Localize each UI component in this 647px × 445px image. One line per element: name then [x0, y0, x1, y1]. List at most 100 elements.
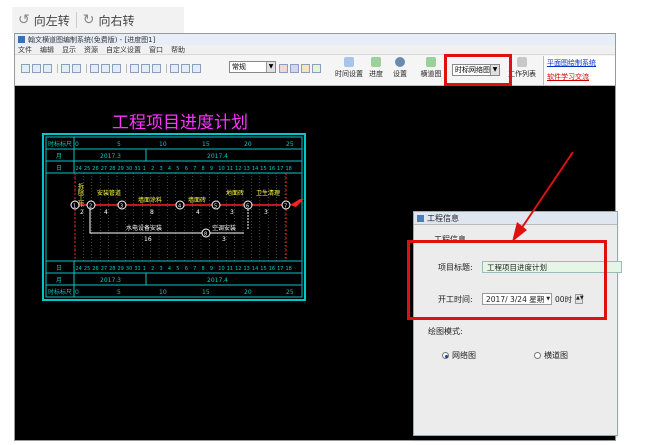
month-bottom-april: 2017.4 [207, 277, 228, 284]
day-cell: 18 [286, 166, 292, 172]
node-style-icon[interactable] [301, 64, 310, 73]
menu-help[interactable]: 帮助 [171, 45, 185, 55]
day-cell: 1 [143, 266, 146, 272]
layout-icon[interactable] [170, 64, 179, 73]
ruler-tick-5: 5 [117, 141, 121, 148]
save-icon[interactable] [43, 64, 52, 73]
dialog-section-label: 工程信息 [434, 235, 466, 244]
day-cell: 10 [218, 166, 224, 172]
dialog-title-bar[interactable]: 工程信息 [414, 212, 617, 225]
start-date-picker[interactable]: 2017/ 3/24 星期 ▼ [482, 293, 552, 305]
style-select[interactable]: 常规 ▼ [229, 61, 276, 73]
project-title-input[interactable]: 工程项目进度计划 [482, 261, 622, 273]
task-name-mep: 水电设备安装 [126, 224, 162, 232]
task-duration-aircon: 3 [222, 236, 226, 243]
zoom-out-icon[interactable] [130, 64, 139, 73]
menu-view[interactable]: 显示 [62, 45, 76, 55]
print-icon[interactable] [72, 64, 81, 73]
rotate-left-button[interactable]: ↺ 向左转 [12, 12, 76, 29]
view-mode-select[interactable]: 时标网络图 ▼ [452, 64, 500, 76]
dotted-grid [74, 173, 286, 261]
work-list-button[interactable]: 工作列表 [507, 57, 537, 79]
open-folder-icon[interactable] [32, 64, 41, 73]
ruler-tick-10: 10 [159, 141, 167, 148]
window-title-bar: 翰文横道图编制系统(免费版) - [进度图1] [15, 34, 615, 45]
task-duration-demolish: 2 [80, 209, 84, 216]
ruler-tick-bottom-0: 0 [75, 289, 79, 296]
gantt-button[interactable]: 横道图 [419, 57, 443, 79]
day-cell: 15 [260, 166, 266, 172]
time-settings-button[interactable]: 时间设置 [333, 57, 365, 79]
copy-icon[interactable] [112, 64, 121, 73]
day-cell: 11 [227, 266, 233, 272]
day-cell: 27 [101, 166, 107, 172]
menu-custom-settings[interactable]: 自定义设置 [106, 45, 141, 55]
month-label-bottom: 月 [56, 277, 62, 284]
day-cell: 7 [193, 266, 196, 272]
day-cell: 1 [143, 166, 146, 172]
style-select-value: 常规 [232, 63, 246, 71]
ruler-tick-bottom-10: 10 [159, 289, 167, 296]
redo-icon[interactable] [101, 64, 110, 73]
calendar-icon [344, 57, 354, 67]
gear-icon [395, 57, 405, 67]
undo-icon[interactable] [90, 64, 99, 73]
color-icon-group [279, 64, 323, 73]
chevron-down-icon: ▼ [490, 65, 499, 75]
start-date-value: 2017/ 3/24 星期 [486, 294, 545, 304]
link-learning-forum[interactable]: 软件学习交流 [544, 70, 615, 84]
day-cell: 30 [126, 266, 132, 272]
gantt-icon [426, 57, 436, 67]
toolbar-separator [166, 64, 167, 73]
zoom-fit-icon[interactable] [141, 64, 150, 73]
grid-icon[interactable] [192, 64, 201, 73]
ruler-tick-25: 25 [286, 141, 294, 148]
settings-button[interactable]: 设置 [391, 57, 409, 79]
task-duration-pipes: 4 [104, 209, 108, 216]
start-hour-value[interactable]: 00时 [555, 294, 572, 305]
day-cell: 13 [244, 266, 250, 272]
arrow-style-icon[interactable] [279, 64, 288, 73]
link-panel: 平面图绘制系统 软件学习交流 [543, 56, 615, 85]
menu-edit[interactable]: 编辑 [40, 45, 54, 55]
day-cell: 7 [193, 166, 196, 172]
toolbar: 常规 ▼ 时间设置 进度 设置 横道图 时标网络图 ▼ 工作列表 平面图绘制系统… [15, 55, 615, 86]
day-cell: 28 [109, 266, 115, 272]
day-cell: 8 [202, 166, 205, 172]
day-cell: 11 [227, 166, 233, 172]
menu-resource[interactable]: 资源 [84, 45, 98, 55]
project-title-label: 项目标题: [438, 262, 473, 272]
link-plan-drawing[interactable]: 平面图绘制系统 [544, 56, 615, 70]
new-file-icon[interactable] [21, 64, 30, 73]
menu-window[interactable]: 窗口 [149, 45, 163, 55]
mode-gantt-option[interactable]: 横道图 [534, 350, 568, 361]
zoom-in-icon[interactable] [152, 64, 161, 73]
screenshot-root: ↺ 向左转 ↻ 向右转 翰文横道图编制系统(免费版) - [进度图1] 文件 编… [0, 0, 647, 445]
day-cell: 2 [151, 266, 154, 272]
print-preview-icon[interactable] [61, 64, 70, 73]
progress-button[interactable]: 进度 [367, 57, 385, 79]
task-name-pipes: 安装管道 [97, 189, 121, 197]
hour-spinner[interactable]: ▲▼ [575, 294, 584, 304]
task-name-wall-paint: 墙面涂料 [138, 196, 162, 204]
rotate-right-button[interactable]: ↻ 向右转 [77, 12, 141, 29]
align-icon[interactable] [181, 64, 190, 73]
day-cell: 24 [76, 266, 82, 272]
chevron-down-icon: ▼ [546, 296, 551, 302]
line-style-icon[interactable] [312, 64, 321, 73]
day-cell: 9 [210, 266, 213, 272]
gantt-label: 横道图 [420, 70, 442, 78]
start-time-row: 开工时间: 2017/ 3/24 星期 ▼ 00时 ▲▼ [438, 293, 584, 305]
day-cell: 29 [118, 266, 124, 272]
day-cell: 4 [168, 166, 171, 172]
day-cell: 10 [218, 266, 224, 272]
toolbar-icon-group [21, 64, 203, 73]
ruler-tick-bottom-25: 25 [286, 289, 294, 296]
menu-file[interactable]: 文件 [18, 45, 32, 55]
day-cell: 29 [118, 166, 124, 172]
node-label-5: 5 [214, 204, 217, 210]
radio-network[interactable]: 网络图 [442, 350, 476, 361]
mode-network-option[interactable]: 网络图 [442, 350, 476, 361]
radio-gantt[interactable]: 横道图 [534, 350, 568, 361]
link-style-icon[interactable] [290, 64, 299, 73]
